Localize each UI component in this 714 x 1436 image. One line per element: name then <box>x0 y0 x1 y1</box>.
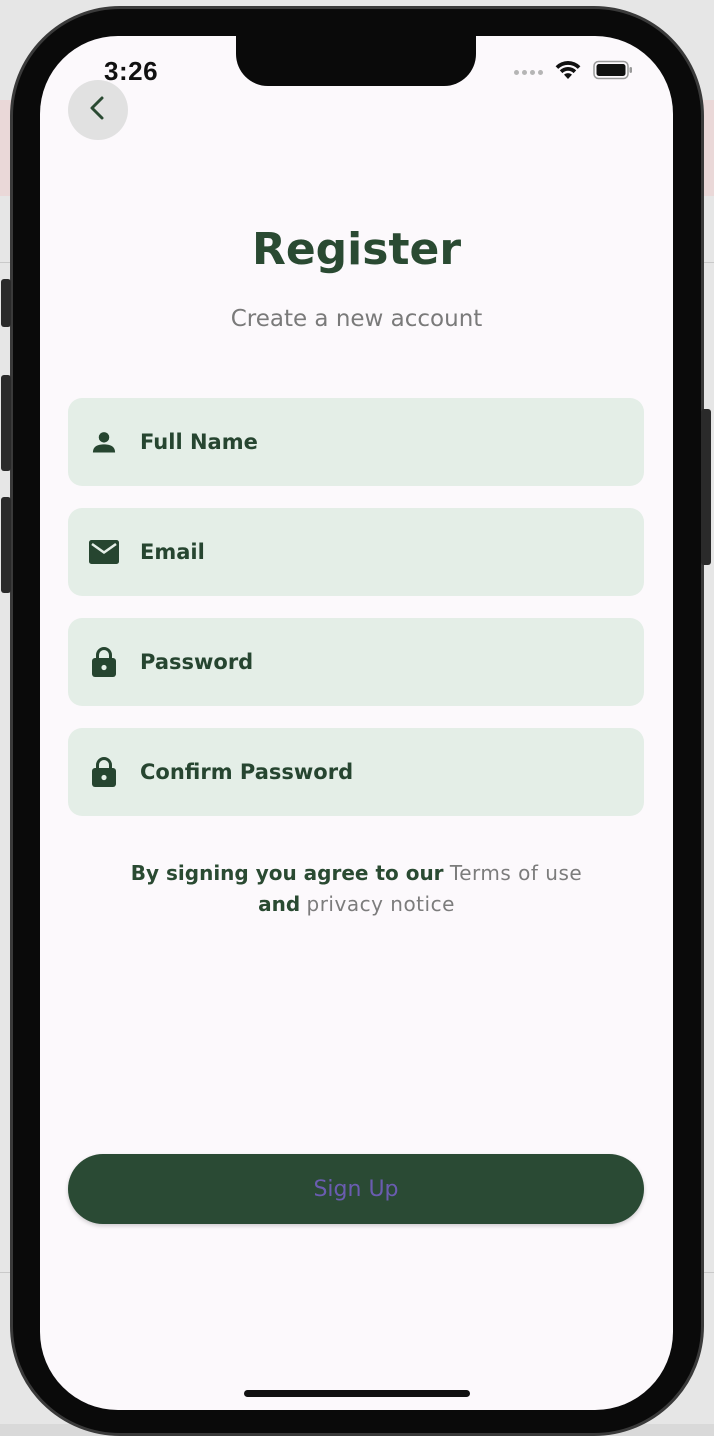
battery-icon <box>593 60 633 84</box>
terms-notice: By signing you agree to our Terms of use… <box>40 858 673 920</box>
confirm-password-field[interactable]: Confirm Password <box>68 728 644 816</box>
field-label: Full Name <box>140 430 258 454</box>
terms-of-use-link[interactable]: Terms of use <box>450 861 582 885</box>
full-name-field[interactable]: Full Name <box>68 398 644 486</box>
power-button <box>701 409 711 565</box>
app-screen: 3:26 Register Create a new account Full … <box>40 36 673 1410</box>
mail-icon <box>88 536 120 568</box>
privacy-notice-link[interactable]: privacy notice <box>307 892 455 916</box>
notch <box>236 36 476 86</box>
back-button[interactable] <box>68 80 128 140</box>
field-label: Confirm Password <box>140 760 354 784</box>
cellular-signal-icon <box>514 69 543 75</box>
email-field[interactable]: Email <box>68 508 644 596</box>
terms-prefix: By signing you agree to our <box>130 861 444 885</box>
sign-up-button[interactable]: Sign Up <box>68 1154 644 1224</box>
password-field[interactable]: Password <box>68 618 644 706</box>
page-title: Register <box>251 224 462 275</box>
status-time: 3:26 <box>104 56 159 86</box>
lock-icon <box>88 646 120 678</box>
mute-switch <box>1 279 11 327</box>
chevron-left-icon <box>84 94 112 126</box>
volume-up-button <box>1 375 11 471</box>
field-label: Password <box>140 650 254 674</box>
lock-icon <box>88 756 120 788</box>
field-label: Email <box>140 540 205 564</box>
volume-down-button <box>1 497 11 593</box>
home-indicator <box>244 1390 470 1397</box>
terms-conjunction: and <box>258 892 301 916</box>
status-icons <box>514 60 633 84</box>
wifi-icon <box>555 60 581 84</box>
page-subtitle: Create a new account <box>230 306 483 332</box>
person-icon <box>88 426 120 458</box>
